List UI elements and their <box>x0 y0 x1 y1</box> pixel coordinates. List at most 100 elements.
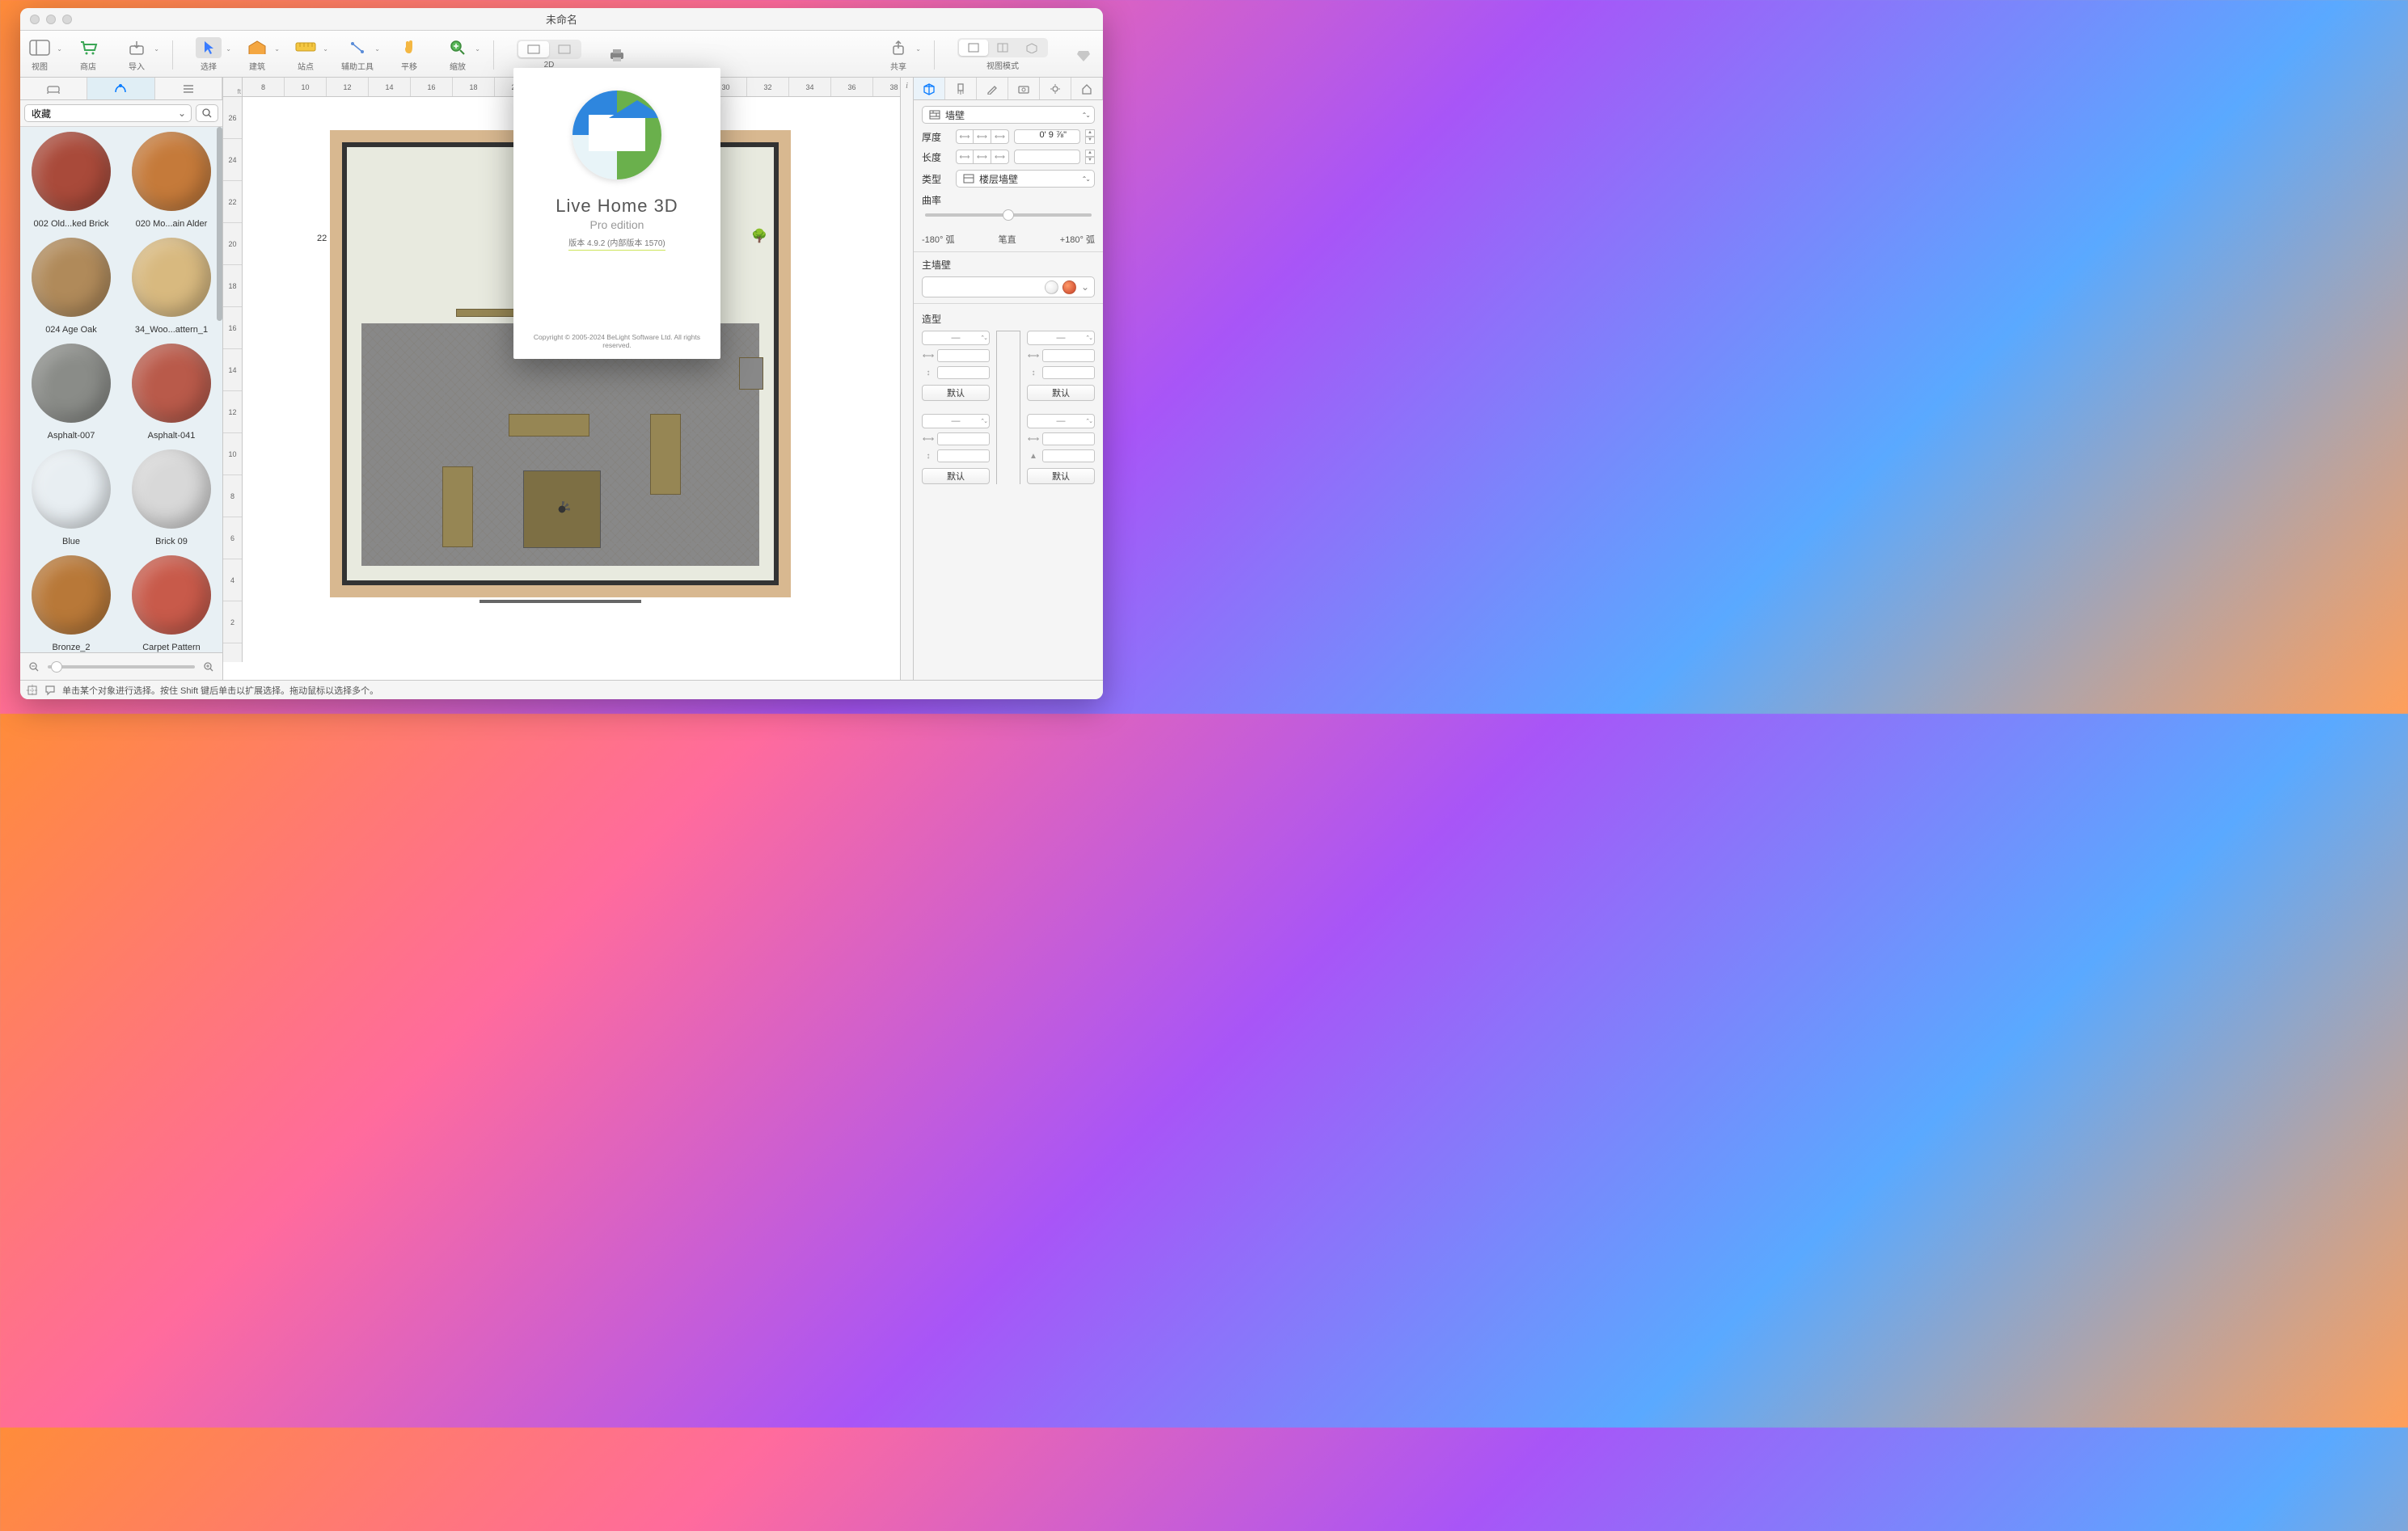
wall-type-icon <box>929 110 940 120</box>
gem-icon <box>1075 48 1092 62</box>
shape-h-input-2[interactable] <box>937 449 990 462</box>
tab-camera[interactable] <box>1008 78 1040 99</box>
tab-paint[interactable] <box>945 78 977 99</box>
zoom-in-icon[interactable] <box>203 661 214 673</box>
shape-top-left-dd[interactable]: — <box>922 331 990 345</box>
width-icon: ⟷ <box>922 435 935 444</box>
wall-color-dropdown[interactable] <box>922 276 1095 297</box>
material-search-button[interactable] <box>196 104 218 122</box>
guides-icon[interactable] <box>27 685 38 696</box>
shape-bot-right-dd[interactable]: — <box>1027 414 1095 428</box>
toolbar-build[interactable]: ⌄ 建筑 <box>244 37 270 72</box>
minimize-window-button[interactable] <box>46 15 56 24</box>
chat-icon[interactable] <box>44 685 56 696</box>
toolbar-station[interactable]: ⌄ 站点 <box>293 37 319 72</box>
window-title: 未命名 <box>546 11 577 27</box>
shape-w-input-4[interactable] <box>1042 432 1095 445</box>
material-item[interactable]: Carpet Pattern <box>125 555 218 652</box>
length-input[interactable] <box>1014 150 1080 164</box>
view-split-icon[interactable] <box>988 40 1017 56</box>
shape-bot-left-dd[interactable]: — <box>922 414 990 428</box>
material-item[interactable]: 002 Old...ked Brick <box>25 132 117 234</box>
tab-object[interactable] <box>914 78 945 99</box>
material-swatch <box>132 449 211 529</box>
material-scrollbar[interactable] <box>217 127 222 321</box>
tab-materials[interactable] <box>87 78 154 99</box>
share-icon <box>890 40 906 56</box>
material-item[interactable]: 34_Woo...attern_1 <box>125 238 218 340</box>
toolbar-import[interactable]: ⌄ 导入 <box>124 37 150 72</box>
default-btn-1[interactable]: 默认 <box>922 385 990 401</box>
material-swatch <box>132 132 211 211</box>
material-category-dropdown[interactable]: 收藏 <box>24 104 192 122</box>
sofa-icon <box>46 83 61 95</box>
view-plan-icon[interactable] <box>959 40 988 56</box>
titlebar: 未命名 <box>20 8 1103 31</box>
paint-icon <box>113 82 128 95</box>
material-label: Asphalt-007 <box>31 425 112 446</box>
tab-outline[interactable] <box>155 78 222 99</box>
material-grid[interactable]: 002 Old...ked Brick 020 Mo...ain Alder 024… <box>20 127 222 652</box>
wall-type-icon <box>963 174 974 183</box>
material-label: 020 Mo...ain Alder <box>131 213 212 234</box>
material-swatch <box>32 344 111 423</box>
wall-type-dropdown[interactable]: 楼层墙壁 <box>956 170 1095 188</box>
material-label: Carpet Pattern <box>131 637 212 652</box>
zoom-out-icon[interactable] <box>28 661 40 673</box>
material-item[interactable]: Asphalt-007 <box>25 344 117 446</box>
left-panel: 收藏 002 Old...ked Brick 020 Mo...ain Alder… <box>20 78 223 680</box>
close-window-button[interactable] <box>30 15 40 24</box>
curvature-slider[interactable] <box>925 213 1092 217</box>
material-item[interactable]: Asphalt-041 <box>125 344 218 446</box>
shape-top-right-dd[interactable]: — <box>1027 331 1095 345</box>
material-item[interactable]: 024 Age Oak <box>25 238 117 340</box>
toolbar-view[interactable]: ⌄ 视图 <box>27 37 53 72</box>
shape-h-input[interactable] <box>937 366 990 379</box>
toolbar-print[interactable] <box>604 44 630 65</box>
object-type-dropdown[interactable]: 墙壁 <box>922 106 1095 124</box>
thickness-stepper[interactable]: ▲▼ <box>1085 129 1095 144</box>
info-strip[interactable]: i <box>900 78 914 680</box>
length-align[interactable]: ⟷⟷⟷ <box>956 150 1009 164</box>
material-label: Brick 09 <box>131 531 212 552</box>
toolbar-shop[interactable]: 商店 <box>75 37 101 72</box>
tab-furniture[interactable] <box>20 78 87 99</box>
tab-light[interactable] <box>1040 78 1071 99</box>
length-stepper[interactable]: ▲▼ <box>1085 150 1095 164</box>
about-dialog: Live Home 3D Pro edition 版本 4.9.2 (内部版本 … <box>513 68 720 359</box>
toolbar-viewmode[interactable]: 视图模式 <box>957 38 1048 71</box>
toolbar-aux[interactable]: ⌄ 辅助工具 <box>341 37 374 72</box>
default-btn-4[interactable]: 默认 <box>1027 468 1095 484</box>
default-btn-3[interactable]: 默认 <box>1027 385 1095 401</box>
toolbar-pan[interactable]: 平移 <box>396 37 422 72</box>
material-item[interactable]: Brick 09 <box>125 449 218 552</box>
about-copyright: Copyright © 2005-2024 BeLight Software L… <box>513 333 720 349</box>
cursor-icon <box>201 40 216 56</box>
toolbar-share[interactable]: ⌄ 共享 <box>885 37 911 72</box>
shape-h-input-3[interactable] <box>1042 366 1095 379</box>
statusbar: 单击某个对象进行选择。按住 Shift 键后单击以扩展选择。拖动鼠标以选择多个。 <box>20 680 1103 699</box>
toolbar-gem[interactable] <box>1071 44 1096 65</box>
tab-edit[interactable] <box>977 78 1008 99</box>
shape-w-input[interactable] <box>937 349 990 362</box>
mode-3d-icon[interactable] <box>549 41 580 57</box>
default-btn-2[interactable]: 默认 <box>922 468 990 484</box>
flip-icon: ▲ <box>1027 452 1040 461</box>
thickness-align[interactable]: ⟷⟷⟷ <box>956 129 1009 144</box>
toolbar-zoom[interactable]: ⌄ 缩放 <box>445 37 471 72</box>
toolbar-select[interactable]: ⌄ 选择 <box>196 37 222 72</box>
shape-w-input-3[interactable] <box>1042 349 1095 362</box>
shape-h-input-4[interactable] <box>1042 449 1095 462</box>
thickness-input[interactable]: 0' 9 ⅞" <box>1014 129 1080 144</box>
view-3d-icon[interactable] <box>1017 40 1046 56</box>
toolbar-2d3d[interactable]: 2D <box>517 40 581 70</box>
anchor-icon <box>349 40 366 56</box>
shape-w-input-2[interactable] <box>937 432 990 445</box>
zoom-window-button[interactable] <box>62 15 72 24</box>
mode-2d-icon[interactable] <box>518 41 549 57</box>
tab-house[interactable] <box>1071 78 1103 99</box>
material-item[interactable]: Blue <box>25 449 117 552</box>
material-item[interactable]: 020 Mo...ain Alder <box>125 132 218 234</box>
thumbnail-zoom-slider[interactable] <box>48 665 195 668</box>
material-item[interactable]: Bronze_2 <box>25 555 117 652</box>
